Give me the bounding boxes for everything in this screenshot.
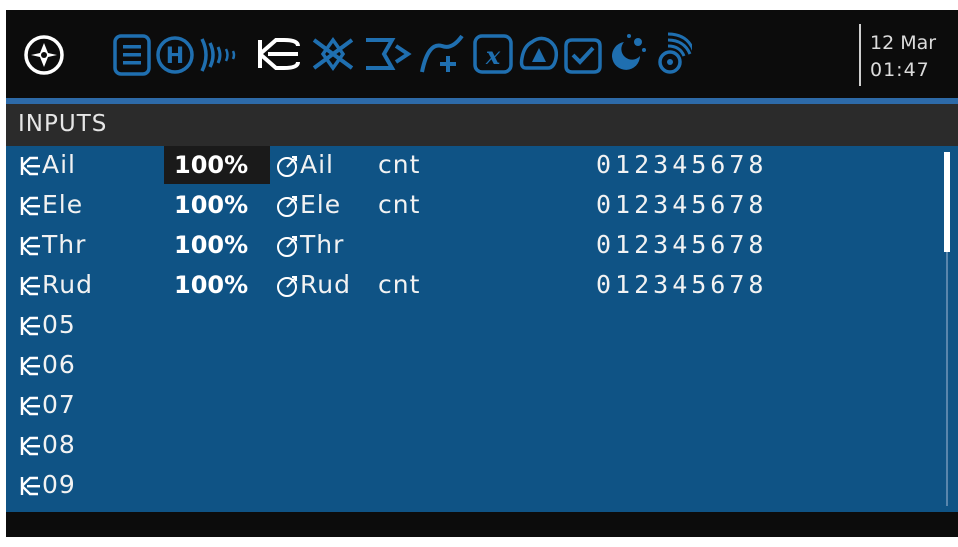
inputs-list: Ail 100% Ail cnt 012345678 Ele 100% Ele cnt 01234… bbox=[6, 146, 958, 512]
input-icon bbox=[19, 435, 43, 457]
input-flight-modes: 012345678 bbox=[596, 270, 768, 299]
input-source: Thr bbox=[300, 230, 345, 259]
input-modifier: cnt bbox=[378, 190, 421, 219]
input-row[interactable]: Ele 100% Ele cnt 012345678 bbox=[6, 186, 946, 226]
input-name: Ail bbox=[42, 150, 76, 179]
svg-text:H: H bbox=[166, 44, 184, 69]
input-row[interactable]: 06 bbox=[6, 346, 946, 386]
input-name: 09 bbox=[42, 470, 76, 499]
date-display: 12 Mar bbox=[870, 32, 937, 54]
input-icon bbox=[19, 475, 43, 497]
input-row[interactable]: 07 bbox=[6, 386, 946, 426]
input-icon bbox=[19, 395, 43, 417]
input-flight-modes: 012345678 bbox=[596, 230, 768, 259]
input-icon bbox=[19, 355, 43, 377]
input-row[interactable]: 05 bbox=[6, 306, 946, 346]
telemetry-icon[interactable] bbox=[650, 32, 692, 76]
bottom-bar bbox=[6, 512, 958, 537]
curves-icon[interactable] bbox=[418, 32, 466, 76]
stick-source-icon bbox=[276, 234, 300, 258]
input-weight[interactable]: 100% bbox=[164, 146, 270, 184]
input-modifier: cnt bbox=[378, 270, 421, 299]
flight-modes-icon[interactable] bbox=[198, 33, 246, 77]
input-flight-modes: 012345678 bbox=[596, 190, 768, 219]
input-row[interactable]: Ail 100% Ail cnt 012345678 bbox=[6, 146, 946, 186]
input-name: Thr bbox=[42, 230, 87, 259]
input-name: 05 bbox=[42, 310, 76, 339]
logical-switches-icon[interactable] bbox=[518, 32, 560, 76]
input-name: 08 bbox=[42, 430, 76, 459]
input-weight[interactable]: 100% bbox=[164, 226, 270, 264]
input-icon bbox=[19, 275, 43, 297]
input-icon bbox=[19, 235, 43, 257]
input-name: 07 bbox=[42, 390, 76, 419]
inputs-icon[interactable] bbox=[254, 32, 304, 76]
stick-source-icon bbox=[276, 194, 300, 218]
input-row[interactable]: 09 bbox=[6, 466, 946, 506]
input-icon bbox=[19, 155, 43, 177]
page-title: INPUTS bbox=[18, 111, 108, 137]
input-icon bbox=[19, 315, 43, 337]
input-modifier: cnt bbox=[378, 150, 421, 179]
outputs-icon[interactable] bbox=[362, 32, 412, 76]
input-row[interactable]: 08 bbox=[6, 426, 946, 466]
lua-scripts-icon[interactable] bbox=[606, 32, 648, 76]
global-variables-icon[interactable]: x bbox=[472, 32, 514, 76]
clock-separator bbox=[859, 24, 861, 86]
input-name: Ele bbox=[42, 190, 84, 219]
page-title-bar: INPUTS bbox=[6, 104, 958, 146]
input-flight-modes: 012345678 bbox=[596, 150, 768, 179]
mixer-icon[interactable] bbox=[308, 32, 358, 76]
input-source: Ail bbox=[300, 150, 334, 179]
model-setup-icon[interactable] bbox=[112, 33, 154, 77]
input-name: Rud bbox=[42, 270, 93, 299]
input-name: 06 bbox=[42, 350, 76, 379]
top-menu-bar: H x 12 Mar 01:47 bbox=[6, 10, 958, 98]
input-row[interactable]: Thr 100% Thr 012345678 bbox=[6, 226, 946, 266]
time-display: 01:47 bbox=[870, 59, 930, 81]
stick-source-icon bbox=[276, 274, 300, 298]
input-weight[interactable]: 100% bbox=[164, 186, 270, 224]
scrollbar-thumb[interactable] bbox=[944, 152, 950, 252]
input-icon bbox=[19, 195, 43, 217]
svg-text:x: x bbox=[485, 41, 501, 70]
stick-source-icon bbox=[276, 154, 300, 178]
radio-screen: H x 12 Mar 01:47 INPUTS Ail 100% Ail cnt… bbox=[6, 10, 958, 537]
heli-setup-icon[interactable]: H bbox=[154, 33, 196, 77]
input-weight[interactable]: 100% bbox=[164, 266, 270, 304]
input-source: Rud bbox=[300, 270, 351, 299]
input-row[interactable]: Rud 100% Rud cnt 012345678 bbox=[6, 266, 946, 306]
input-source: Ele bbox=[300, 190, 342, 219]
radio-menu-icon[interactable] bbox=[23, 34, 65, 76]
special-functions-icon[interactable] bbox=[562, 32, 604, 76]
